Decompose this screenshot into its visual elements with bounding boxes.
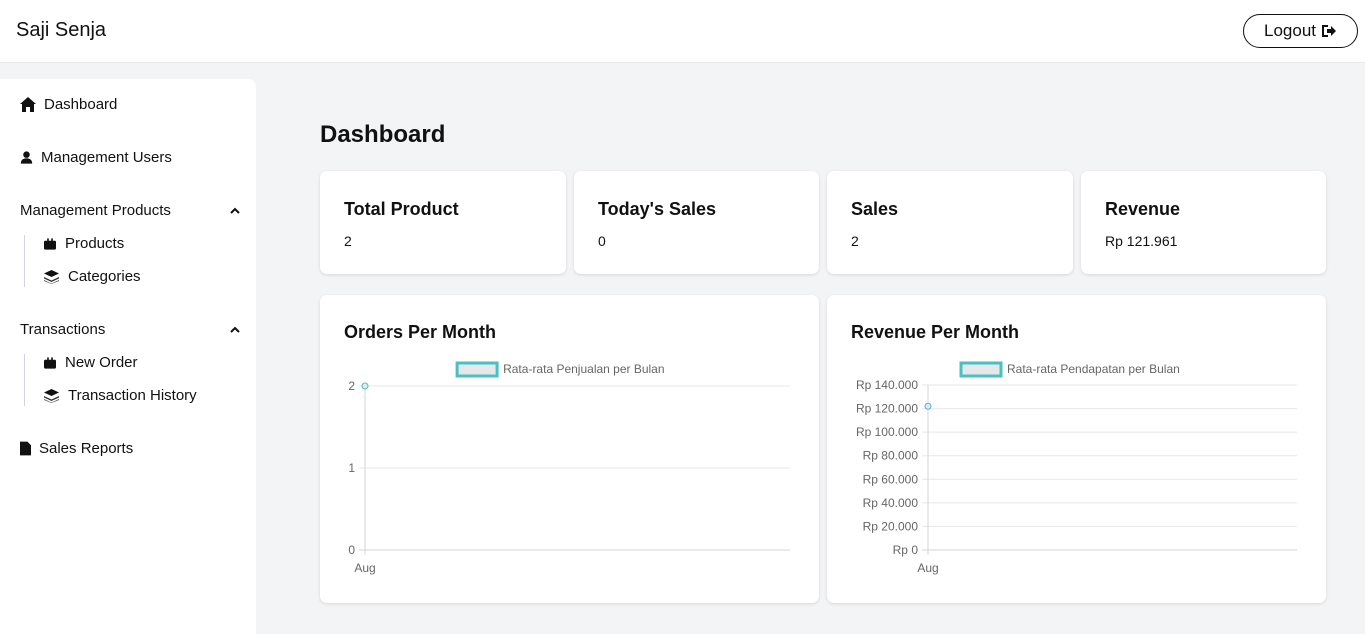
- sidebar-item-label: Products: [65, 235, 125, 252]
- y-tick-label: 1: [348, 461, 355, 475]
- box-icon: [44, 237, 56, 250]
- stat-value: Rp 121.961: [1105, 233, 1178, 249]
- y-tick-label: Rp 60.000: [863, 472, 919, 486]
- x-tick-label: Aug: [917, 561, 938, 575]
- layers-icon: [44, 388, 59, 403]
- sidebar-item-sales-reports[interactable]: Sales Reports: [20, 440, 133, 457]
- sidebar-item-label: Dashboard: [44, 96, 118, 113]
- stat-title: Sales: [851, 199, 899, 219]
- sidebar-group-label: Management Products: [20, 202, 171, 219]
- submenu-line: [24, 235, 25, 287]
- logout-button[interactable]: Logout: [1243, 14, 1358, 48]
- page-title: Dashboard: [320, 121, 446, 148]
- sidebar-group-transactions[interactable]: Transactions: [20, 321, 240, 338]
- chevron-up-icon: [230, 326, 240, 333]
- layers-icon: [44, 269, 59, 284]
- data-point: [924, 402, 932, 410]
- stat-value: 2: [851, 233, 859, 249]
- stat-title: Revenue: [1105, 199, 1181, 219]
- home-icon: [20, 97, 36, 112]
- sidebar-item-label: Categories: [68, 268, 141, 285]
- sidebar-item-management-users[interactable]: Management Users: [20, 149, 172, 166]
- legend-label: Rata-rata Penjualan per Bulan: [503, 362, 664, 376]
- legend-label: Rata-rata Pendapatan per Bulan: [1007, 362, 1180, 376]
- sidebar-item-label: Transaction History: [68, 387, 197, 404]
- stat-card-sales: Sales 2: [827, 171, 1073, 274]
- sidebar-item-label: Sales Reports: [39, 440, 134, 457]
- stat-value: 2: [344, 233, 352, 249]
- legend-swatch: [959, 361, 1003, 378]
- chevron-up-icon: [230, 207, 240, 214]
- box-icon: [44, 356, 56, 369]
- y-tick-label: Rp 80.000: [863, 449, 919, 463]
- y-tick-label: Rp 0: [893, 543, 919, 557]
- y-tick-label: 0: [348, 543, 355, 557]
- stat-card-total-product: Total Product 2: [320, 171, 566, 274]
- stat-title: Today's Sales: [598, 199, 717, 219]
- sidebar-item-label: New Order: [65, 354, 138, 371]
- y-tick-label: Rp 140.000: [856, 378, 918, 392]
- top-navbar: Saji Senja Logout: [0, 0, 1365, 63]
- revenue-line-chart: Rata-rata Pendapatan per Bulan Rp 0 Rp 20.…: [856, 361, 1297, 575]
- sidebar-item-transaction-history[interactable]: Transaction History: [44, 387, 197, 404]
- sidebar-item-categories[interactable]: Categories: [44, 268, 141, 285]
- sidebar-group-management-products[interactable]: Management Products: [20, 202, 240, 219]
- y-tick-label: Rp 120.000: [856, 402, 918, 416]
- file-icon: [20, 441, 31, 456]
- user-icon: [20, 151, 33, 164]
- orders-line-chart: Rata-rata Penjualan per Bulan 0 1 2 Aug: [348, 361, 790, 575]
- y-tick-label: Rp 20.000: [863, 519, 919, 533]
- stat-title: Total Product: [344, 199, 459, 219]
- sidebar-item-products[interactable]: Products: [44, 235, 124, 252]
- brand-title[interactable]: Saji Senja: [16, 19, 106, 42]
- sidebar-group-label: Transactions: [20, 321, 106, 338]
- legend-swatch: [455, 361, 499, 378]
- sign-out-icon: [1322, 25, 1336, 37]
- stat-card-revenue: Revenue Rp 121.961: [1081, 171, 1326, 274]
- sidebar: Dashboard Management Users Management Pr…: [0, 79, 256, 634]
- chart-card-orders: Orders Per Month Rata-rata Penjualan per…: [320, 295, 819, 603]
- y-tick-label: 2: [348, 379, 355, 393]
- y-tick-label: Rp 100.000: [856, 425, 918, 439]
- x-tick-label: Aug: [354, 561, 375, 575]
- chart-card-revenue: Revenue Per Month Rata-rata Pendapatan p…: [827, 295, 1326, 603]
- data-point: [361, 382, 369, 390]
- stat-value: 0: [598, 233, 606, 249]
- y-tick-label: Rp 40.000: [863, 496, 919, 510]
- stat-card-todays-sales: Today's Sales 0: [574, 171, 819, 274]
- logout-label: Logout: [1264, 21, 1316, 40]
- submenu-line: [24, 354, 25, 406]
- sidebar-item-label: Management Users: [41, 149, 172, 166]
- sidebar-item-new-order[interactable]: New Order: [44, 354, 138, 371]
- sidebar-item-dashboard[interactable]: Dashboard: [20, 96, 117, 113]
